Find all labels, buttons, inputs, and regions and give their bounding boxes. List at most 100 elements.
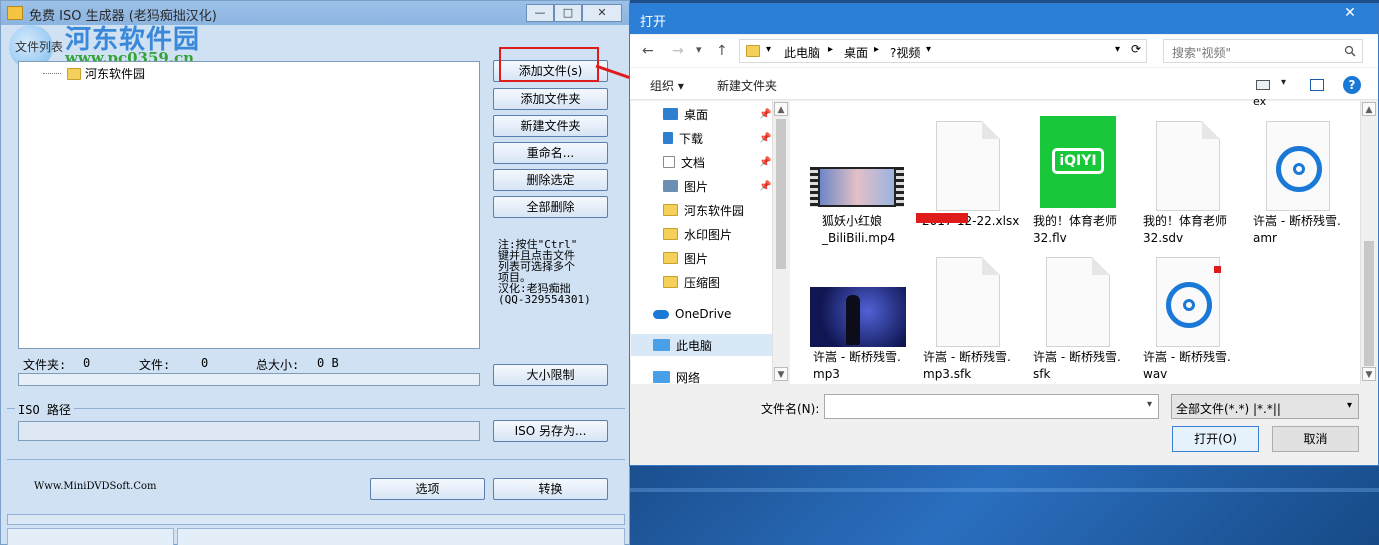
options-button[interactable]: 选项: [370, 478, 485, 500]
scrollbar-thumb[interactable]: [776, 119, 786, 269]
file-item[interactable]: 许嵩 - 断桥残雪. mp3: [810, 257, 920, 383]
delete-selected-button[interactable]: 删除选定: [493, 169, 608, 191]
file-scrollbar[interactable]: ▲ ▼: [1360, 101, 1377, 384]
file-item[interactable]: 狐妖小红娘 _BiliBili.mp4: [810, 121, 920, 247]
nav-item-label: 河东软件园: [684, 203, 745, 218]
new-folder-button[interactable]: 新建文件夹: [717, 77, 777, 94]
scroll-up-icon[interactable]: ▲: [774, 102, 788, 116]
nav-scrollbar[interactable]: ▲ ▼: [772, 101, 789, 384]
nav-item-desktop[interactable]: 桌面 📌: [631, 103, 771, 125]
groove-music-icon: [1266, 121, 1330, 211]
folders-value: 0: [83, 356, 91, 370]
iso-save-as-button[interactable]: ISO 另存为...: [493, 420, 608, 442]
scrollbar-thumb[interactable]: [1364, 241, 1374, 366]
size-limit-button[interactable]: 大小限制: [493, 364, 608, 386]
preview-pane-icon[interactable]: [1310, 79, 1324, 91]
film-strip: [810, 167, 818, 207]
scroll-up-icon[interactable]: ▲: [1362, 102, 1376, 116]
breadcrumb-this-pc[interactable]: 此电脑: [784, 44, 820, 61]
convert-button[interactable]: 转换: [493, 478, 608, 500]
file-item[interactable]: 我的！体育老师 32.sdv: [1140, 121, 1250, 247]
nav-item-label: 桌面: [684, 107, 709, 122]
usage-note: 注:按住"Ctrl" 键并且点击文件 列表可选择多个 项目。 汉化:老犸痴拙 (…: [498, 238, 591, 306]
dialog-close-button[interactable]: ✕: [1327, 4, 1373, 24]
minimize-button[interactable]: —: [526, 4, 554, 22]
view-dropdown-icon[interactable]: ▾: [1281, 77, 1286, 88]
file-name: 狐妖小红娘 _BiliBili.mp4: [822, 214, 896, 245]
nav-item-folder[interactable]: 压缩图: [631, 271, 771, 293]
blank-document-icon: [936, 257, 1000, 347]
iso-path-field[interactable]: [18, 421, 480, 441]
folder-icon: [746, 45, 760, 57]
folder-icon: [663, 276, 678, 288]
recent-dropdown-icon[interactable]: ▾: [696, 43, 702, 56]
file-name: 许嵩 - 断桥残雪. amr: [1253, 214, 1341, 245]
file-name: 许嵩 - 断桥残雪. mp3.sfk: [923, 350, 1011, 381]
close-button[interactable]: ✕: [582, 4, 622, 22]
search-input[interactable]: 搜索"视频": [1163, 39, 1363, 63]
document-icon: [663, 156, 675, 168]
address-bar[interactable]: ▾ 此电脑 ▸ 桌面 ▸ ?视频 ▾ ▾ ⟳: [739, 39, 1147, 63]
scroll-down-icon[interactable]: ▼: [774, 367, 788, 381]
file-name: 许嵩 - 断桥残雪. mp3: [813, 350, 901, 381]
maximize-button[interactable]: □: [554, 4, 582, 22]
file-item[interactable]: iQIYI 我的！体育老师 32.flv: [1030, 116, 1140, 247]
desktop-icon: [663, 108, 678, 120]
nav-item-label: 此电脑: [676, 338, 713, 353]
breadcrumb-videos[interactable]: ?视频: [890, 44, 920, 61]
breadcrumb-arrow-icon: ▾: [766, 44, 772, 55]
tree-root-node[interactable]: 河东软件园: [43, 65, 145, 82]
computer-icon: [653, 339, 670, 351]
pin-icon: 📌: [759, 180, 772, 192]
groove-center: [1293, 163, 1305, 175]
nav-item-documents[interactable]: 文档 📌: [631, 151, 771, 173]
forward-arrow-icon[interactable]: →: [672, 43, 684, 59]
file-item[interactable]: 许嵩 - 断桥残雪. amr: [1250, 121, 1360, 247]
filename-input[interactable]: ▾: [824, 394, 1159, 419]
up-arrow-icon[interactable]: ↑: [716, 43, 728, 59]
red-label-tag: [916, 213, 968, 223]
delete-all-button[interactable]: 全部删除: [493, 196, 608, 218]
breadcrumb-desktop[interactable]: 桌面: [844, 44, 868, 61]
size-progress-bar: [18, 373, 480, 386]
file-item[interactable]: 许嵩 - 断桥残雪. mp3.sfk: [920, 257, 1030, 383]
nav-item-label: 网络: [676, 370, 701, 385]
breadcrumb-arrow-icon: ▸: [828, 44, 834, 55]
file-name: 许嵩 - 断桥残雪. wav: [1143, 350, 1231, 381]
open-button[interactable]: 打开(O): [1172, 426, 1259, 452]
nav-item-pictures[interactable]: 图片 📌: [631, 175, 771, 197]
scroll-down-icon[interactable]: ▼: [1362, 367, 1376, 381]
help-icon[interactable]: ?: [1343, 76, 1361, 94]
file-list[interactable]: 河东软件园: [18, 61, 480, 349]
filename-dropdown-icon[interactable]: ▾: [1147, 399, 1152, 410]
address-dropdown-icon[interactable]: ▾: [1115, 44, 1120, 55]
back-arrow-icon[interactable]: ←: [642, 43, 654, 59]
nav-item-folder[interactable]: 图片: [631, 247, 771, 269]
pictures-icon: [663, 180, 678, 192]
view-mode-icon[interactable]: [1256, 80, 1270, 90]
nav-item-this-pc[interactable]: 此电脑: [631, 334, 773, 356]
folder-icon: [663, 252, 678, 264]
nav-item-label: 文档: [681, 155, 706, 170]
nav-item-label: 图片: [684, 179, 709, 194]
bottom-divider: [7, 459, 625, 460]
nav-item-label: 下载: [679, 131, 704, 146]
file-type-select[interactable]: 全部文件(*.*) |*.*|| ▾: [1171, 394, 1359, 419]
blank-document-icon: [936, 121, 1000, 211]
cancel-button[interactable]: 取消: [1272, 426, 1359, 452]
file-thumbnail: [810, 257, 906, 349]
dialog-title-bar[interactable]: 打开 ✕: [630, 4, 1378, 34]
file-item[interactable]: 许嵩 - 断桥残雪. sfk: [1030, 257, 1140, 383]
organize-menu[interactable]: 组织 ▾: [650, 77, 684, 94]
nav-item-network[interactable]: 网络: [631, 366, 771, 388]
nav-item-onedrive[interactable]: OneDrive: [631, 303, 771, 325]
file-item[interactable]: 许嵩 - 断桥残雪. wav: [1140, 257, 1250, 383]
site-url: Www.MiniDVDSoft.Com: [34, 481, 157, 492]
nav-item-folder[interactable]: 水印图片: [631, 223, 771, 245]
nav-item-folder[interactable]: 河东软件园: [631, 199, 771, 221]
file-item[interactable]: 2017-12-22.xlsx: [916, 121, 1030, 230]
folder-icon: [67, 67, 81, 80]
refresh-icon[interactable]: ⟳: [1131, 42, 1141, 56]
search-icon: [1344, 45, 1356, 57]
nav-item-downloads[interactable]: 下载 📌: [631, 127, 771, 149]
